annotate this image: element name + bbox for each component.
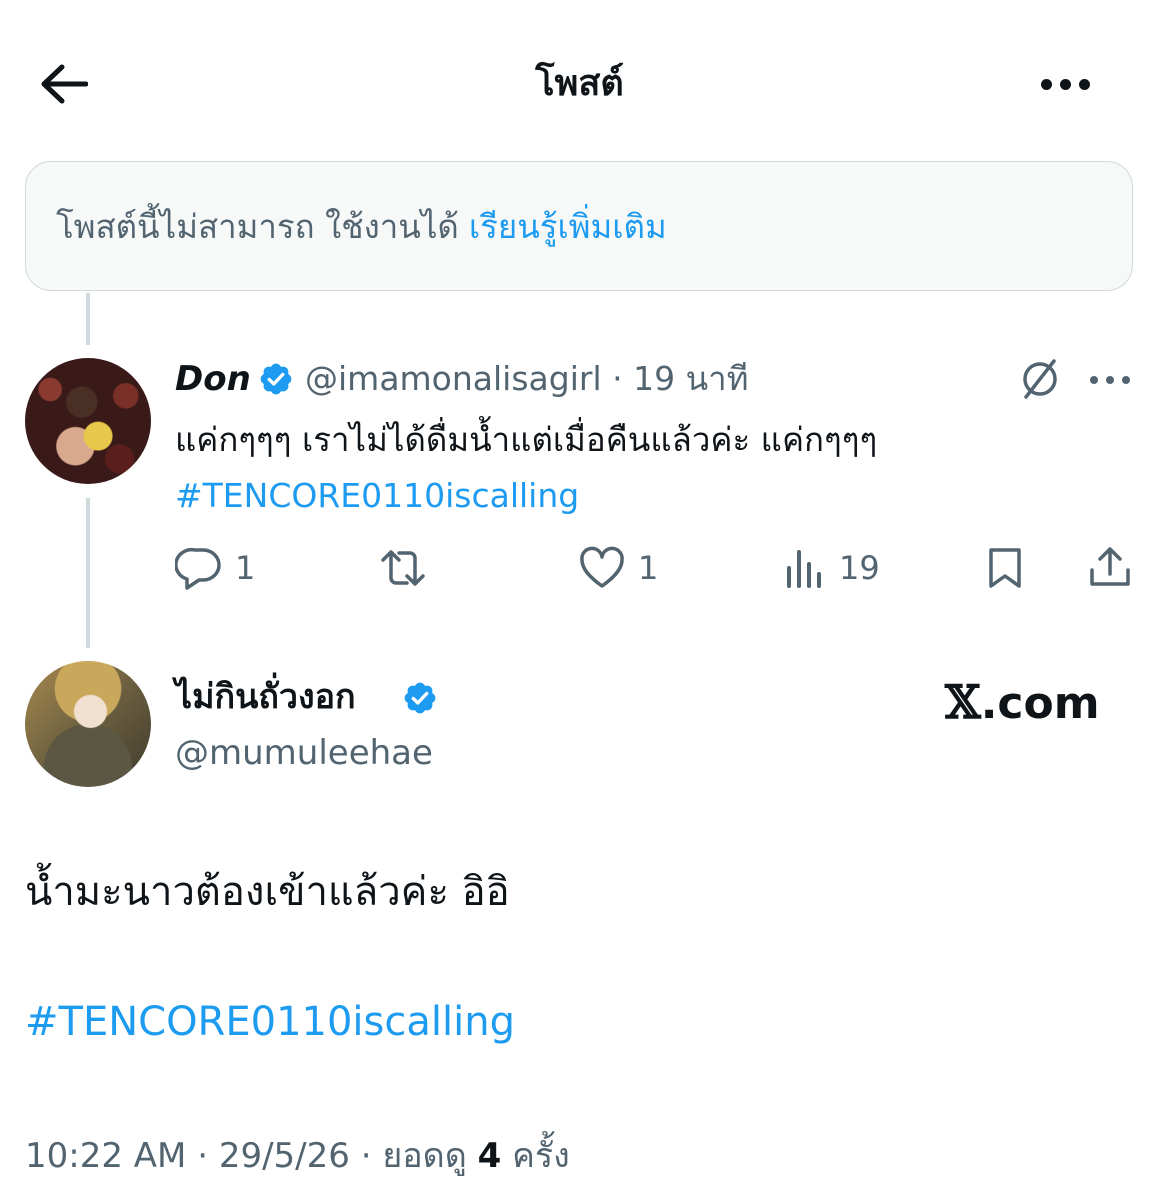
learn-more-link[interactable]: เรียนรู้เพิ่มเติม (469, 200, 667, 253)
page-title: โพสต์ (535, 63, 624, 104)
watermark-text: .com (980, 678, 1100, 729)
reply-author-meta: @imamonalisagirl · 19 นาที (305, 355, 748, 403)
verified-badge-icon (260, 363, 292, 395)
heart-icon (580, 546, 624, 588)
more-dot (1059, 78, 1071, 90)
more-button[interactable] (1010, 48, 1120, 120)
post-views-count: 4 (477, 1136, 502, 1176)
verified-badge-icon (404, 682, 436, 714)
reply-author-name[interactable]: Don (175, 355, 251, 403)
views-unit: ครั้ง (512, 1136, 570, 1176)
views-count: 19 (839, 549, 880, 587)
like-action[interactable]: 1 (578, 538, 658, 598)
post-text: น้ำมะนาวต้องเข้าแล้วค่ะ อิอิ (25, 869, 510, 915)
xcom-watermark: 𝕏.com (945, 672, 1100, 732)
unavailable-post-notice: โพสต์นี้ไม่สามารถ ใช้งานได้ เรียนรู้เพิ่… (25, 161, 1133, 291)
arrow-left-icon (41, 64, 88, 104)
more-horizontal-icon (1040, 78, 1052, 90)
views-label: ยอดดู (382, 1136, 467, 1176)
share-action[interactable] (1086, 538, 1134, 598)
reply-timestamp[interactable]: 19 นาที (633, 359, 748, 398)
avatar-don[interactable] (25, 358, 151, 484)
thread-line-top (86, 293, 90, 345)
comment-icon (175, 547, 221, 590)
post-author-name[interactable]: ไม่กินถั่วงอก (175, 672, 356, 722)
avatar-mumuleehae[interactable] (25, 661, 151, 787)
share-icon (1090, 547, 1130, 586)
reply-hashtag[interactable]: #TENCORE0110iscalling (175, 468, 1135, 524)
bookmark-action[interactable] (983, 538, 1027, 598)
reply-body: แค่กๆๆๆ เราไม่ได้ดื่มน้ำแต่เมื่อคืนแล้วค… (175, 412, 1135, 524)
meta-separator: · (197, 1136, 209, 1176)
views-action[interactable]: 19 (783, 538, 880, 598)
more-horizontal-icon (1090, 376, 1130, 384)
retweet-action[interactable] (375, 538, 443, 598)
post-meta: 10:22 AM · 29/5/26 · ยอดดู 4 ครั้ง (25, 1128, 570, 1184)
reply-author-handle[interactable]: @imamonalisagirl (305, 359, 602, 398)
thread-line-bottom (86, 498, 90, 648)
bookmark-icon (989, 548, 1021, 588)
analytics-icon (787, 550, 821, 588)
more-dot (1078, 78, 1090, 90)
meta-separator: · (612, 359, 623, 398)
meta-separator: · (360, 1136, 372, 1176)
like-count: 1 (638, 549, 659, 587)
grok-icon[interactable] (1012, 355, 1068, 403)
reply-count: 1 (235, 549, 256, 587)
post-time: 10:22 AM (25, 1136, 187, 1176)
reply-text: แค่กๆๆๆ เราไม่ได้ดื่มน้ำแต่เมื่อคืนแล้วค… (175, 420, 878, 459)
x-logo-icon: 𝕏 (945, 675, 981, 729)
post-date: 29/5/26 (218, 1136, 350, 1176)
reply-action[interactable]: 1 (175, 538, 255, 598)
top-bar: โพสต์ (0, 0, 1159, 160)
post-hashtag[interactable]: #TENCORE0110iscalling (25, 990, 515, 1054)
post-author-handle[interactable]: @mumuleehae (175, 728, 433, 778)
retweet-icon (381, 550, 425, 586)
back-button[interactable] (28, 48, 100, 120)
notice-text: โพสต์นี้ไม่สามารถ ใช้งานได้ (56, 206, 459, 246)
reply-more-button[interactable] (1085, 360, 1135, 400)
